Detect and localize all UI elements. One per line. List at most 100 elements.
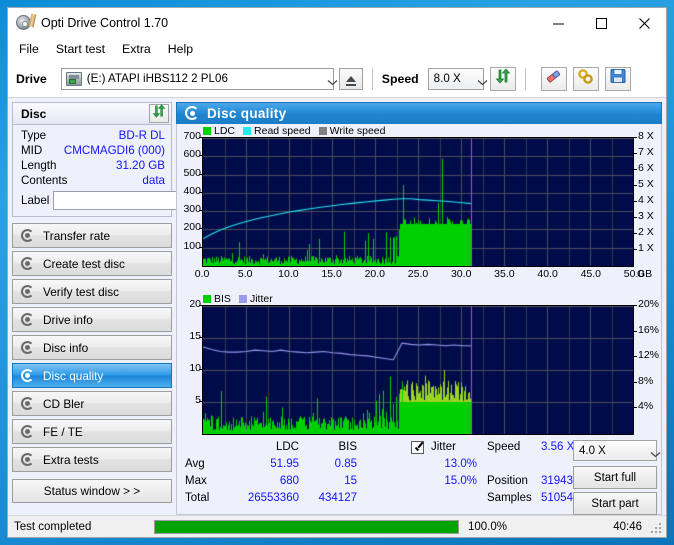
sidebar-item-fe-te[interactable]: FE / TE [12, 419, 172, 444]
sidebar-item-drive-info[interactable]: Drive info [12, 307, 172, 332]
progress-percent: 100.0% [459, 521, 579, 533]
link-button[interactable] [573, 67, 599, 91]
resize-grip[interactable] [651, 523, 663, 535]
gauge-icon [21, 285, 35, 299]
ldc-plot-wrap: 700600500400300200100 8 X7 X6 X5 X4 X3 X… [177, 137, 661, 292]
drive-select[interactable]: (E:) ATAPI iHBS112 2 PL06 [61, 68, 334, 90]
gauge-icon [21, 229, 35, 243]
results-row-max: Max [185, 475, 207, 487]
y2-tick-label: 8% [638, 375, 653, 387]
gauge-icon [21, 425, 35, 439]
sidebar-item-label: Disc quality [43, 369, 103, 383]
y2-tick-label: 8 X [638, 130, 654, 142]
start-part-button[interactable]: Start part [573, 492, 657, 515]
y2-tick-mark [634, 137, 637, 138]
jitter-max-value: 15.0% [409, 475, 477, 487]
ldc-avg-value: 51.95 [239, 458, 299, 470]
gauge-icon [21, 257, 35, 271]
legend-swatch-ldc [203, 127, 211, 135]
sidebar-item-label: Extra tests [43, 453, 99, 467]
legend-swatch-read-speed [243, 127, 251, 135]
jitter-label: Jitter [431, 441, 456, 453]
x-tick-label: 15.0 [319, 268, 345, 280]
disc-contents-row: Contents data [21, 174, 165, 187]
y-tick-mark [199, 228, 202, 229]
sidebar-item-label: Transfer rate [43, 229, 110, 243]
sidebar-item-verify-test-disc[interactable]: Verify test disc [12, 279, 172, 304]
gauge-icon [21, 453, 35, 467]
sidebar-item-transfer-rate[interactable]: Transfer rate [12, 223, 172, 248]
y-tick-mark [199, 210, 202, 211]
y2-tick-mark [634, 201, 637, 202]
y-tick-mark [199, 174, 202, 175]
y-tick-label: 700 [177, 130, 201, 142]
eject-button[interactable] [339, 68, 363, 90]
disc-label-label: Label [21, 194, 49, 207]
drive-icon [66, 72, 82, 86]
x-tick-label: 40.0 [535, 268, 561, 280]
start-full-button[interactable]: Start full [573, 466, 657, 489]
menu-start-test[interactable]: Start test [56, 40, 113, 58]
disc-quality-icon [185, 106, 200, 121]
y-tick-mark [199, 337, 202, 338]
disc-type-value: BD-R DL [119, 129, 165, 142]
sidebar-item-label: Drive info [43, 313, 93, 327]
menu-extra[interactable]: Extra [122, 40, 159, 58]
x-tick-label: 25.0 [405, 268, 431, 280]
disc-length-label: Length [21, 159, 56, 172]
speed-select[interactable]: 8.0 X [428, 68, 484, 90]
y2-tick-label: 4% [638, 400, 653, 412]
legend-swatch-jitter [239, 295, 247, 303]
sidebar-item-disc-quality[interactable]: Disc quality [12, 363, 172, 388]
disc-mid-label: MID [21, 144, 42, 157]
y-tick-label: 100 [177, 240, 201, 252]
ldc-plot-canvas[interactable] [202, 137, 634, 267]
menu-bar: File Start test Extra Help [8, 38, 666, 60]
bis-avg-value: 0.85 [307, 458, 357, 470]
status-window-button[interactable]: Status window > > [12, 479, 172, 503]
disc-refresh-button[interactable] [149, 104, 169, 123]
results-panel: LDC BIS Avg Max Total 51.95 680 26553360… [176, 437, 662, 515]
y-tick-mark [199, 155, 202, 156]
chain-link-icon [577, 68, 594, 90]
y2-tick-label: 7 X [638, 146, 654, 158]
test-speed-select[interactable]: 4.0 X [573, 440, 657, 461]
close-button[interactable] [623, 8, 666, 38]
y-tick-mark [199, 137, 202, 138]
floppy-save-icon [610, 68, 626, 89]
disc-contents-label: Contents [21, 174, 67, 187]
save-button[interactable] [605, 67, 631, 91]
gauge-icon [21, 397, 35, 411]
bis-chart-legend: BIS Jitter [177, 292, 661, 305]
sidebar-item-label: FE / TE [43, 425, 83, 439]
results-col-ldc: LDC [251, 441, 299, 453]
results-row-avg: Avg [185, 458, 205, 470]
progress-fill [155, 521, 458, 533]
ldc-total-value: 26553360 [207, 492, 299, 504]
maximize-button[interactable] [580, 8, 623, 38]
y-tick-mark [199, 369, 202, 370]
jitter-checkbox[interactable] [411, 441, 424, 454]
y-tick-mark [199, 401, 202, 402]
menu-file[interactable]: File [19, 40, 47, 58]
disc-mid-value: CMCMAGDI6 (000) [64, 144, 165, 157]
disc-type-row: Type BD-R DL [21, 129, 165, 142]
menu-help[interactable]: Help [168, 40, 201, 58]
disc-label-row: Label [21, 190, 165, 211]
drive-toolbar: Drive (E:) ATAPI iHBS112 2 PL06 Speed 8.… [8, 60, 666, 98]
panel-header: Disc quality [176, 102, 662, 124]
minimize-button[interactable] [537, 8, 580, 38]
sidebar-item-extra-tests[interactable]: Extra tests [12, 447, 172, 472]
desktop-background: Opti Drive Control 1.70 File Start test … [0, 0, 674, 545]
sidebar-item-cd-bler[interactable]: CD Bler [12, 391, 172, 416]
y-tick-label: 5 [177, 394, 201, 406]
sidebar-item-create-test-disc[interactable]: Create test disc [12, 251, 172, 276]
app-disc-icon [16, 14, 34, 32]
sidebar-item-disc-info[interactable]: Disc info [12, 335, 172, 360]
refresh-button[interactable] [490, 67, 516, 91]
sidebar-item-label: CD Bler [43, 397, 84, 411]
erase-button[interactable] [541, 67, 567, 91]
y2-tick-label: 3 X [638, 210, 654, 222]
ldc-max-value: 680 [239, 475, 299, 487]
bis-plot-canvas[interactable] [202, 305, 634, 435]
